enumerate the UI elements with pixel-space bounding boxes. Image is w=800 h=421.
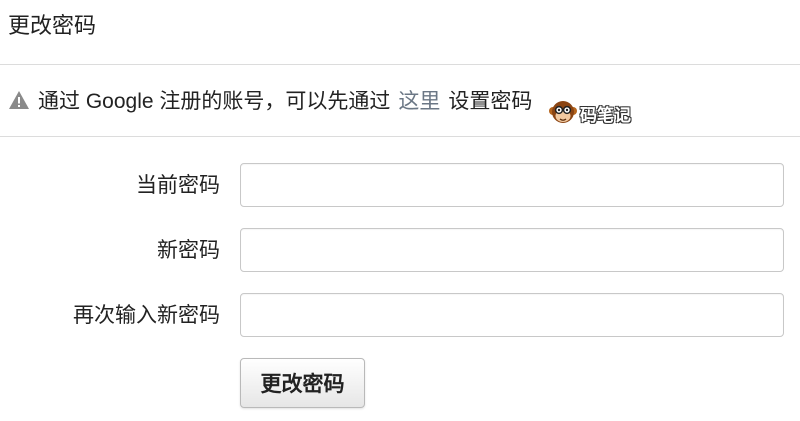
confirm-password-row: 再次输入新密码 [0,293,800,339]
warning-icon [8,90,30,110]
change-password-page: 更改密码 通过 Google 注册的账号，可以先通过 这里 设置密码 码笔记 当… [0,0,800,421]
watermark-text: 码笔记 [580,105,631,125]
confirm-password-input[interactable] [240,293,784,337]
current-password-row: 当前密码 [0,163,800,209]
confirm-password-label: 再次输入新密码 [73,304,220,327]
google-account-notice: 通过 Google 注册的账号，可以先通过 这里 设置密码 [8,82,532,118]
monkey-logo-icon [549,101,577,123]
new-password-row: 新密码 [0,228,800,274]
change-password-button[interactable]: 更改密码 [240,358,365,408]
current-password-label: 当前密码 [136,174,220,197]
current-password-input[interactable] [240,163,784,207]
notice-divider [0,136,800,137]
set-password-link[interactable]: 这里 [398,85,440,115]
watermark: 码笔记 [548,98,631,128]
page-title: 更改密码 [8,13,97,38]
new-password-label: 新密码 [157,239,220,262]
notice-text-before: 通过 Google 注册的账号，可以先通过 [38,90,391,113]
top-divider [0,64,800,65]
notice-text-after: 设置密码 [448,90,533,113]
new-password-input[interactable] [240,228,784,272]
